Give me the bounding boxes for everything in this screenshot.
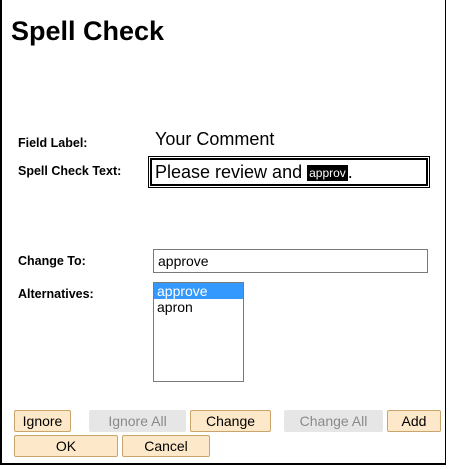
spell-check-dialog: Spell Check Field Label: Your Comment Sp…	[0, 0, 446, 465]
cancel-button[interactable]: Cancel	[122, 435, 210, 457]
change-button[interactable]: Change	[190, 410, 271, 432]
spell-text-before: Please review and	[155, 162, 308, 182]
misspelled-word: approv	[307, 165, 348, 181]
spell-check-text-label: Spell Check Text:	[18, 164, 122, 178]
alternatives-listbox[interactable]: approve apron	[153, 282, 244, 382]
add-button[interactable]: Add	[387, 410, 441, 432]
spell-check-text-box: Please review and approv.	[148, 156, 430, 188]
change-to-input[interactable]	[153, 249, 428, 273]
ignore-button[interactable]: Ignore	[14, 410, 71, 432]
change-to-label: Change To:	[18, 254, 86, 268]
ok-button[interactable]: OK	[14, 435, 118, 457]
field-label-value: Your Comment	[155, 129, 275, 149]
spell-text-after: .	[347, 162, 353, 182]
ignore-all-button[interactable]: Ignore All	[89, 410, 186, 432]
alternative-option-apron[interactable]: apron	[154, 299, 243, 315]
dialog-title: Spell Check	[11, 16, 165, 46]
alternative-option-approve[interactable]: approve	[154, 283, 243, 299]
alternatives-label: Alternatives:	[18, 287, 94, 301]
field-label-label: Field Label:	[18, 136, 88, 150]
change-all-button[interactable]: Change All	[284, 410, 383, 432]
